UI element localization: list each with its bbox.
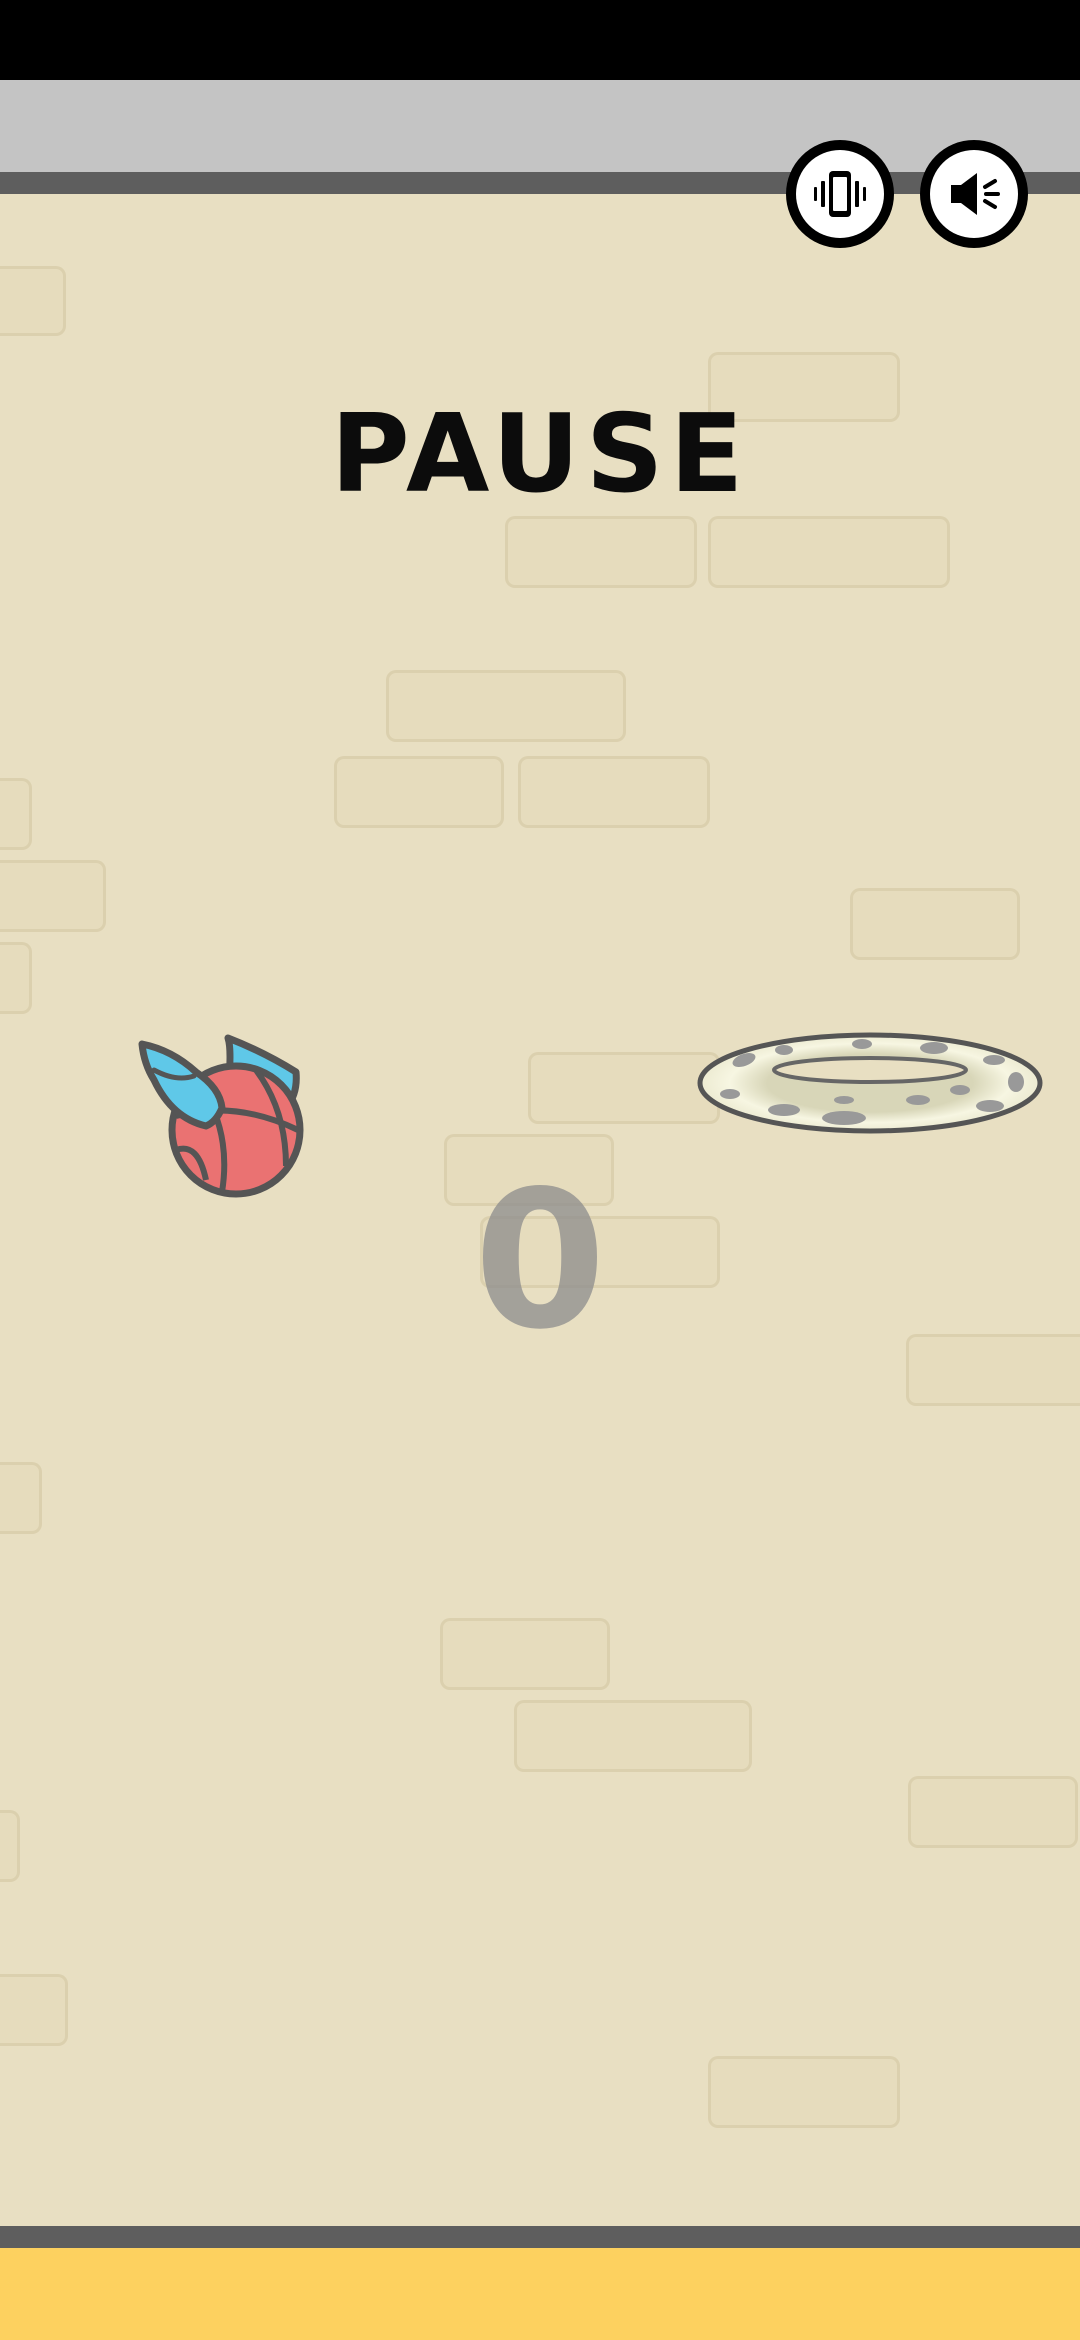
brick <box>0 942 32 1014</box>
sound-toggle-button[interactable] <box>920 140 1028 248</box>
game-screen: PAUSE 0 <box>0 0 1080 2340</box>
brick <box>518 756 710 828</box>
sound-button-face <box>930 150 1018 238</box>
brick <box>0 1974 68 2046</box>
brick <box>440 1618 610 1690</box>
vibrate-button-face <box>796 150 884 238</box>
brick <box>386 670 626 742</box>
brick <box>0 1810 20 1882</box>
speaker-sound-icon <box>951 173 1000 215</box>
vibrate-toggle-button[interactable] <box>786 140 894 248</box>
vibrate-icon <box>814 171 866 217</box>
status-bar <box>0 0 1080 80</box>
brick <box>0 266 66 336</box>
brick <box>708 2056 900 2128</box>
top-band <box>0 80 1080 172</box>
top-wall <box>0 172 1080 194</box>
score-counter: 0 <box>473 1150 607 1371</box>
brick <box>0 778 32 850</box>
pause-title: PAUSE <box>330 392 750 517</box>
brick <box>334 756 504 828</box>
brick <box>850 888 1020 960</box>
brick <box>528 1052 720 1124</box>
brick <box>708 516 950 588</box>
brick <box>514 1700 752 1772</box>
hoop-ring <box>697 1032 1043 1134</box>
bottom-band <box>0 2248 1080 2340</box>
bottom-wall <box>0 2226 1080 2248</box>
brick <box>0 1462 42 1534</box>
brick <box>908 1776 1078 1848</box>
brick <box>505 516 697 588</box>
brick <box>0 860 106 932</box>
